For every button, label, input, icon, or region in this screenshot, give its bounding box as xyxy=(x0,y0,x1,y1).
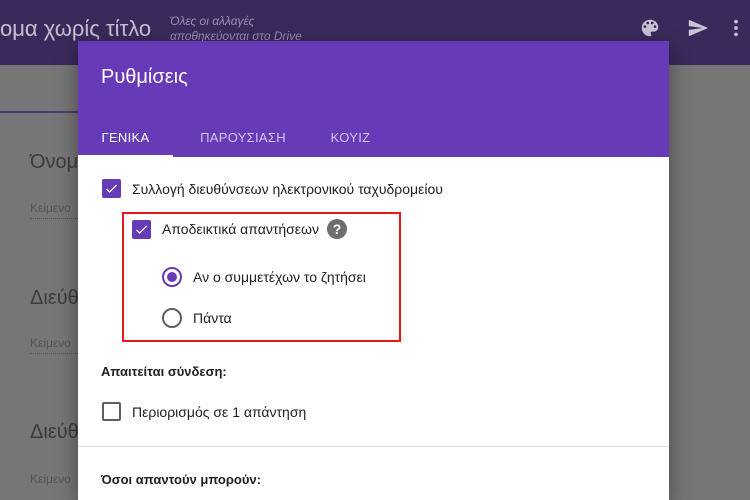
tab-general[interactable]: ΓΕΝΙΚΑ xyxy=(78,117,173,157)
tab-quiz[interactable]: ΚΟΥΙΖ xyxy=(313,117,388,157)
header-actions xyxy=(626,15,750,41)
check-icon xyxy=(106,184,118,193)
collect-emails-label: Συλλογή διευθύνσεων ηλεκτρονικού ταχυδρο… xyxy=(132,180,443,197)
dialog-title: Ρυθμίσεις xyxy=(101,66,188,88)
dialog-header: Ρυθμίσεις ΓΕΝΙΚΑ ΠΑΡΟΥΣΙΑΣΗ ΚΟΥΙΖ xyxy=(78,41,669,157)
bg-tab-indicator xyxy=(0,111,80,113)
section-divider xyxy=(78,446,669,447)
document-title[interactable]: ομα χωρίς τίτλο xyxy=(0,16,151,42)
requires-signin-heading: Απαιτείται σύνδεση: xyxy=(101,364,227,379)
bg-field-hint-1: Κείμενο xyxy=(30,201,71,215)
bg-field-label-3: Διεύθ xyxy=(30,421,79,443)
bg-field-label-1: Όνομ xyxy=(30,151,79,173)
bg-divider xyxy=(30,218,80,219)
more-vert-icon[interactable] xyxy=(722,15,750,41)
bg-field-hint-3: Κείμενο xyxy=(30,472,71,486)
bg-field-hint-2: Κείμενο xyxy=(30,336,71,350)
tab-bar: ΓΕΝΙΚΑ ΠΑΡΟΥΣΙΑΣΗ ΚΟΥΙΖ xyxy=(78,117,388,157)
send-icon[interactable] xyxy=(674,15,722,41)
bg-field-label-2: Διεύθ xyxy=(30,287,79,309)
bg-divider xyxy=(30,353,80,354)
highlight-box xyxy=(122,212,401,342)
limit-one-response-checkbox[interactable] xyxy=(102,402,121,421)
tab-presentation[interactable]: ΠΑΡΟΥΣΙΑΣΗ xyxy=(173,117,313,157)
collect-emails-option[interactable]: Συλλογή διευθύνσεων ηλεκτρονικού ταχυδρο… xyxy=(102,179,443,198)
palette-icon[interactable] xyxy=(626,15,674,41)
limit-one-response-option[interactable]: Περιορισμός σε 1 απάντηση xyxy=(102,402,306,421)
limit-one-response-label: Περιορισμός σε 1 απάντηση xyxy=(132,403,307,420)
respondents-can-heading: Όσοι απαντούν μπορούν: xyxy=(101,472,261,487)
collect-emails-checkbox[interactable] xyxy=(102,179,121,198)
save-status: Όλες οι αλλαγές αποθηκεύονται στο Drive xyxy=(170,14,302,43)
